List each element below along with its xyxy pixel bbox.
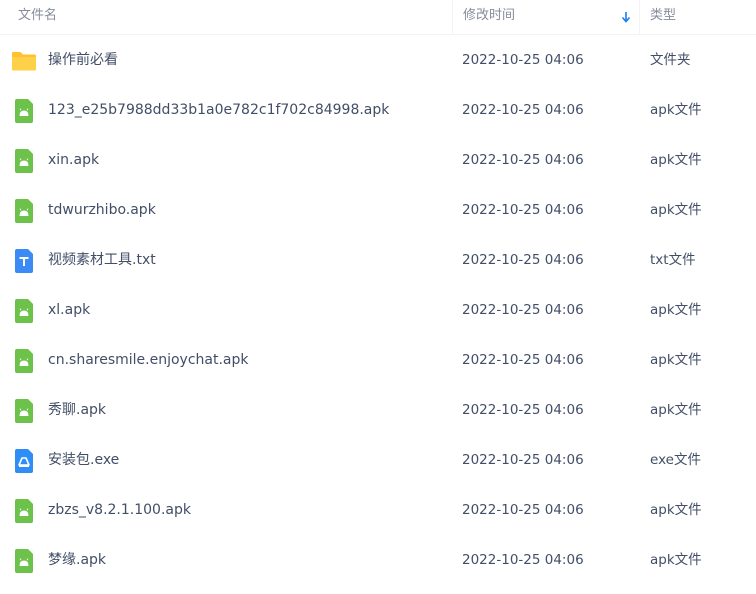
file-modified-time: 2022-10-25 04:06 bbox=[462, 252, 584, 268]
column-header-time-label: 修改时间 bbox=[463, 8, 516, 23]
file-type: apk文件 bbox=[650, 552, 702, 568]
file-modified-time: 2022-10-25 04:06 bbox=[462, 552, 584, 568]
file-row[interactable]: 视频素材工具.txt 2022-10-25 04:06 txt文件 bbox=[0, 235, 756, 285]
file-name[interactable]: 梦缘.apk bbox=[48, 535, 106, 585]
file-modified-time: 2022-10-25 04:06 bbox=[462, 352, 584, 368]
file-type: apk文件 bbox=[650, 152, 702, 168]
file-rows: 操作前必看 2022-10-25 04:06 文件夹 123_e25b7988dd33… bbox=[0, 35, 756, 585]
file-modified-time: 2022-10-25 04:06 bbox=[462, 52, 584, 68]
file-modified-time: 2022-10-25 04:06 bbox=[462, 302, 584, 318]
file-name[interactable]: 视频素材工具.txt bbox=[48, 235, 156, 285]
sort-down-arrow-icon[interactable] bbox=[621, 10, 631, 24]
file-name[interactable]: 安装包.exe bbox=[48, 435, 119, 485]
apk-icon bbox=[11, 498, 37, 524]
file-list-header: 文件名 修改时间 类型 bbox=[0, 0, 756, 35]
file-type: apk文件 bbox=[650, 102, 702, 118]
file-row[interactable]: xl.apk 2022-10-25 04:06 apk文件 bbox=[0, 285, 756, 335]
file-row[interactable]: zbzs_v8.2.1.100.apk 2022-10-25 04:06 apk文件 bbox=[0, 485, 756, 535]
file-name[interactable]: 操作前必看 bbox=[48, 35, 118, 85]
file-modified-time: 2022-10-25 04:06 bbox=[462, 202, 584, 218]
exe-icon bbox=[11, 448, 37, 474]
apk-icon bbox=[11, 348, 37, 374]
file-name[interactable]: tdwurzhibo.apk bbox=[48, 185, 156, 235]
file-modified-time: 2022-10-25 04:06 bbox=[462, 452, 584, 468]
apk-icon bbox=[11, 548, 37, 574]
apk-icon bbox=[11, 148, 37, 174]
file-name[interactable]: xin.apk bbox=[48, 135, 99, 185]
txt-icon bbox=[11, 248, 37, 274]
file-type: apk文件 bbox=[650, 402, 702, 418]
apk-icon bbox=[11, 398, 37, 424]
apk-icon bbox=[11, 298, 37, 324]
file-row[interactable]: 梦缘.apk 2022-10-25 04:06 apk文件 bbox=[0, 535, 756, 585]
column-header-name-label: 文件名 bbox=[18, 8, 58, 23]
file-type: apk文件 bbox=[650, 352, 702, 368]
column-header-name[interactable]: 文件名 bbox=[0, 0, 452, 34]
file-name[interactable]: xl.apk bbox=[48, 285, 90, 335]
file-name[interactable]: 秀聊.apk bbox=[48, 385, 106, 435]
apk-icon bbox=[11, 98, 37, 124]
file-row[interactable]: tdwurzhibo.apk 2022-10-25 04:06 apk文件 bbox=[0, 185, 756, 235]
folder-icon bbox=[11, 48, 37, 74]
file-name[interactable]: zbzs_v8.2.1.100.apk bbox=[48, 485, 191, 535]
file-modified-time: 2022-10-25 04:06 bbox=[462, 402, 584, 418]
column-header-type[interactable]: 类型 bbox=[639, 0, 756, 34]
file-row[interactable]: 操作前必看 2022-10-25 04:06 文件夹 bbox=[0, 35, 756, 85]
file-modified-time: 2022-10-25 04:06 bbox=[462, 152, 584, 168]
file-name[interactable]: 123_e25b7988dd33b1a0e782c1f702c84998.apk bbox=[48, 85, 389, 135]
column-header-modified-time[interactable]: 修改时间 bbox=[452, 0, 639, 34]
file-name[interactable]: cn.sharesmile.enjoychat.apk bbox=[48, 335, 249, 385]
file-row[interactable]: xin.apk 2022-10-25 04:06 apk文件 bbox=[0, 135, 756, 185]
file-type: txt文件 bbox=[650, 252, 696, 268]
file-type: exe文件 bbox=[650, 452, 701, 468]
file-modified-time: 2022-10-25 04:06 bbox=[462, 102, 584, 118]
file-row[interactable]: 123_e25b7988dd33b1a0e782c1f702c84998.apk… bbox=[0, 85, 756, 135]
file-row[interactable]: 秀聊.apk 2022-10-25 04:06 apk文件 bbox=[0, 385, 756, 435]
column-header-type-label: 类型 bbox=[650, 8, 677, 23]
file-type: apk文件 bbox=[650, 202, 702, 218]
file-type: 文件夹 bbox=[650, 52, 691, 68]
file-type: apk文件 bbox=[650, 302, 702, 318]
apk-icon bbox=[11, 198, 37, 224]
file-row[interactable]: 安装包.exe 2022-10-25 04:06 exe文件 bbox=[0, 435, 756, 485]
file-modified-time: 2022-10-25 04:06 bbox=[462, 502, 584, 518]
file-type: apk文件 bbox=[650, 502, 702, 518]
file-row[interactable]: cn.sharesmile.enjoychat.apk 2022-10-25 04… bbox=[0, 335, 756, 385]
file-list: 文件名 修改时间 类型 操作前必看 2022-10-25 04:06 文件夹 123_… bbox=[0, 0, 756, 594]
